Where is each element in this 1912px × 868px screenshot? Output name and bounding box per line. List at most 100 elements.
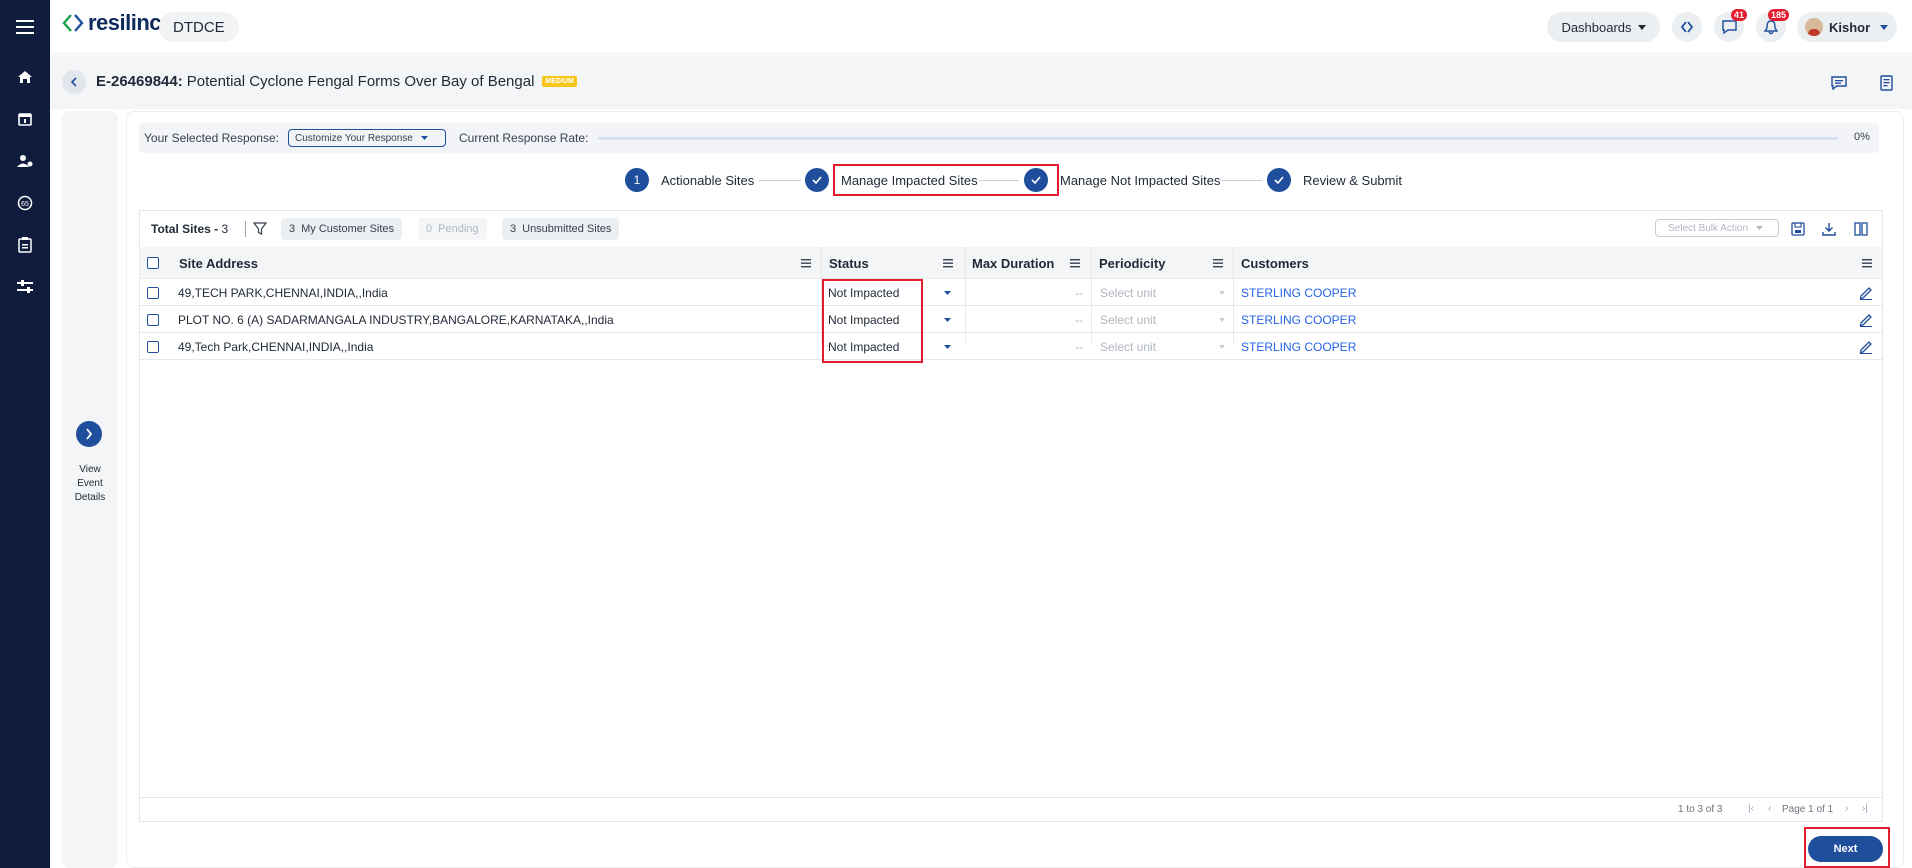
customer-link[interactable]: STERLING COOPER	[1241, 333, 1356, 360]
avatar	[1805, 18, 1823, 36]
save-icon[interactable]	[1788, 219, 1808, 239]
column-menu-icon[interactable]	[801, 257, 813, 269]
users-icon[interactable]	[0, 150, 50, 172]
status-dropdown-icon[interactable]	[944, 333, 951, 360]
comment-icon[interactable]	[1828, 72, 1850, 94]
left-nav-rail: 65	[0, 0, 50, 868]
filter-icon[interactable]	[253, 222, 267, 236]
edit-icon[interactable]	[1859, 306, 1873, 333]
back-button[interactable]	[62, 70, 86, 94]
caret-down-icon	[1637, 24, 1646, 30]
response-select[interactable]: Customize Your Response	[288, 129, 446, 147]
highlight-box	[833, 164, 1059, 196]
col-site-address[interactable]: Site Address	[179, 247, 258, 279]
periodicity-select[interactable]: Select unit	[1100, 333, 1156, 360]
hamburger-menu-icon[interactable]	[0, 16, 50, 38]
row-checkbox[interactable]	[147, 306, 159, 333]
select-all-checkbox[interactable]	[147, 247, 159, 279]
col-max-duration[interactable]: Max Duration	[972, 247, 1054, 279]
step-2-check-icon[interactable]	[805, 168, 829, 192]
settings-sliders-icon[interactable]	[0, 276, 50, 298]
next-page-icon[interactable]: ›	[1845, 803, 1848, 814]
periodicity-select[interactable]: Select unit	[1100, 306, 1156, 333]
home-icon[interactable]	[0, 66, 50, 88]
calendar-icon[interactable]	[0, 108, 50, 130]
chip-count: 0	[426, 223, 433, 235]
table-row[interactable]: 49,Tech Park,CHENNAI,INDIA,,India Not Im…	[140, 333, 1882, 360]
view-event-details-button[interactable]	[76, 421, 102, 447]
step-4-check-icon[interactable]	[1267, 168, 1291, 192]
max-duration-value[interactable]: --	[1075, 333, 1083, 360]
customer-link[interactable]: STERLING COOPER	[1241, 306, 1356, 333]
edit-icon[interactable]	[1859, 333, 1873, 360]
max-duration-value[interactable]: --	[1075, 306, 1083, 333]
resilinc-app-button[interactable]	[1672, 12, 1702, 42]
periodicity-select[interactable]: Select unit	[1100, 279, 1156, 306]
messages-button[interactable]: 41	[1714, 9, 1747, 42]
download-icon[interactable]	[1819, 219, 1839, 239]
scorecard-icon[interactable]: 65	[0, 192, 50, 214]
chip-label: Pending	[438, 223, 479, 235]
column-menu-icon[interactable]	[943, 257, 955, 269]
edit-icon[interactable]	[1859, 279, 1873, 306]
event-name: Potential Cyclone Fengal Forms Over Bay …	[186, 73, 535, 90]
org-name[interactable]: DTDCE	[159, 12, 239, 42]
clipboard-icon[interactable]	[0, 234, 50, 256]
first-page-icon[interactable]: |‹	[1748, 803, 1754, 814]
column-menu-icon[interactable]	[1862, 257, 1874, 269]
caret-down-icon	[1756, 226, 1764, 230]
max-duration-value[interactable]: --	[1075, 279, 1083, 306]
row-checkbox[interactable]	[147, 333, 159, 360]
dashboards-dropdown[interactable]: Dashboards	[1547, 12, 1660, 42]
site-address: PLOT NO. 6 (A) SADARMANGALA INDUSTRY,BAN…	[178, 312, 614, 327]
step-1-label[interactable]: Actionable Sites	[661, 173, 754, 188]
table-row[interactable]: PLOT NO. 6 (A) SADARMANGALA INDUSTRY,BAN…	[140, 306, 1882, 333]
event-header-bar: E-26469844: Potential Cyclone Fengal For…	[50, 55, 1912, 109]
caret-down-icon	[1880, 24, 1889, 30]
user-name: Kishor	[1829, 19, 1871, 35]
highlight-box	[1804, 827, 1890, 868]
column-menu-icon[interactable]	[1070, 257, 1082, 269]
notifications-button[interactable]: 185	[1756, 9, 1789, 42]
col-periodicity[interactable]: Periodicity	[1099, 247, 1165, 279]
periodicity-dropdown-icon[interactable]	[1219, 306, 1225, 333]
table-header: Site Address Status Max Duration Periodi…	[140, 247, 1882, 279]
column-menu-icon[interactable]	[1213, 257, 1225, 269]
table-footer: 1 to 3 of 3 |‹ ‹ Page 1 of 1 › ›|	[140, 797, 1882, 821]
last-page-icon[interactable]: ›|	[1862, 803, 1868, 814]
user-menu[interactable]: Kishor	[1797, 12, 1897, 42]
response-select-value: Customize Your Response	[295, 132, 413, 144]
app-root: 65 resilinc DTDCE Dashboards 41 185 Kish…	[0, 0, 1912, 868]
periodicity-dropdown-icon[interactable]	[1219, 333, 1225, 360]
resilinc-logo[interactable]: resilinc	[62, 10, 162, 36]
col-status[interactable]: Status	[829, 247, 869, 279]
report-icon[interactable]	[1876, 72, 1898, 94]
status-dropdown-icon[interactable]	[944, 306, 951, 333]
event-title: E-26469844: Potential Cyclone Fengal For…	[96, 73, 577, 90]
chip-pending[interactable]: 0 Pending	[418, 218, 487, 240]
view-event-details-label[interactable]: View Event Details	[62, 463, 118, 505]
site-address: 49,Tech Park,CHENNAI,INDIA,,India	[178, 339, 374, 354]
columns-icon[interactable]	[1851, 219, 1871, 239]
response-rate-bar	[598, 137, 1838, 140]
caret-down-icon	[420, 136, 428, 140]
logo-mark-icon	[62, 14, 84, 32]
step-4-label[interactable]: Review & Submit	[1303, 173, 1402, 188]
chip-count: 3	[289, 223, 296, 235]
label-line: View	[79, 464, 101, 475]
chip-unsubmitted-sites[interactable]: 3 Unsubmitted Sites	[502, 218, 620, 240]
severity-badge: MEDIUM	[542, 76, 577, 87]
customer-link[interactable]: STERLING COOPER	[1241, 279, 1356, 306]
table-row[interactable]: 49,TECH PARK,CHENNAI,INDIA,,India Not Im…	[140, 279, 1882, 306]
periodicity-dropdown-icon[interactable]	[1219, 279, 1225, 306]
bulk-action-select[interactable]: Select Bulk Action	[1655, 219, 1779, 237]
step-3-label[interactable]: Manage Not Impacted Sites	[1060, 173, 1220, 188]
chip-my-customer-sites[interactable]: 3 My Customer Sites	[281, 218, 403, 240]
step-1-marker[interactable]: 1	[625, 168, 649, 192]
row-checkbox[interactable]	[147, 279, 159, 306]
status-dropdown-icon[interactable]	[944, 279, 951, 306]
response-rate-label: Current Response Rate:	[459, 131, 589, 145]
diamond-logo-icon	[1680, 21, 1694, 33]
prev-page-icon[interactable]: ‹	[1768, 803, 1771, 814]
col-customers[interactable]: Customers	[1241, 247, 1309, 279]
